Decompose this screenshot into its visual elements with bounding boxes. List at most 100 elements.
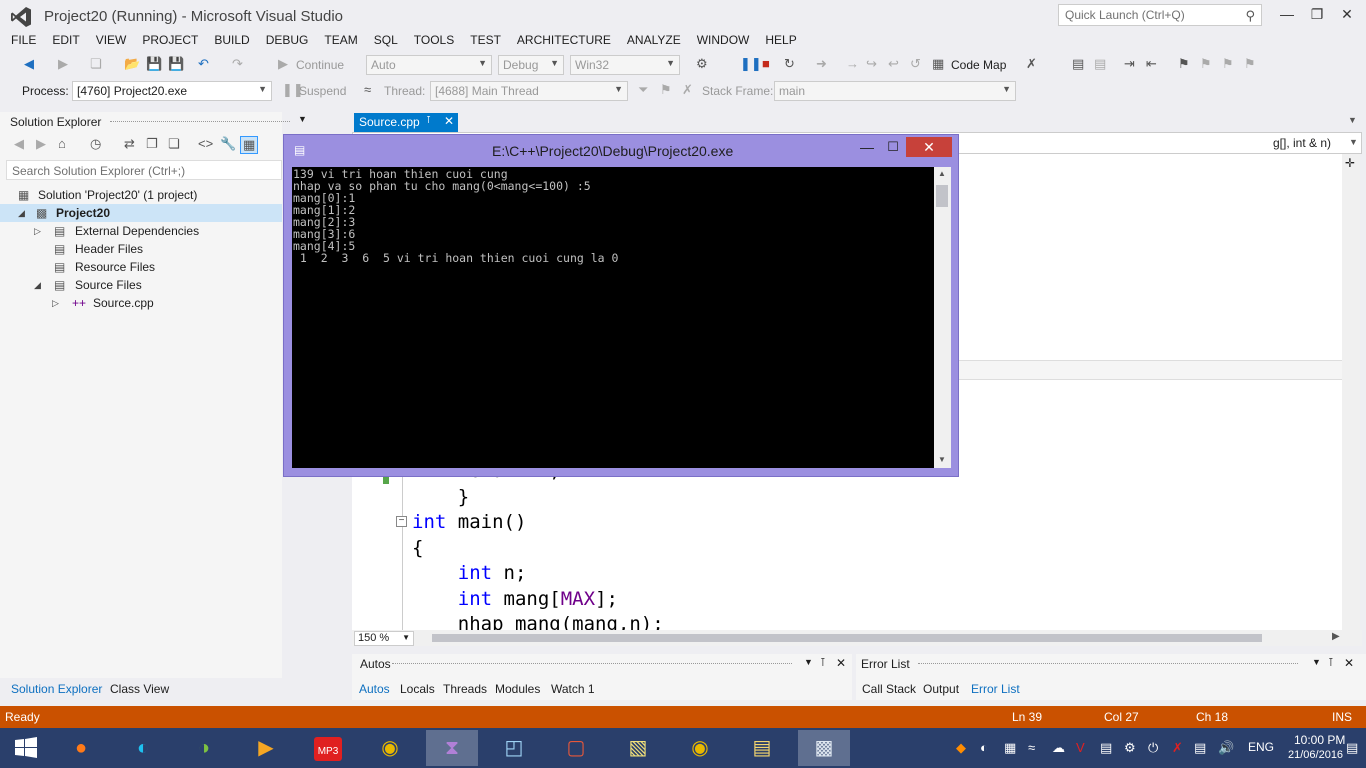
save-icon[interactable]: 💾 (146, 56, 162, 72)
forward-icon[interactable]: ▶ (36, 136, 46, 152)
close-button[interactable]: ✕ (1332, 4, 1362, 26)
menu-project[interactable]: PROJECT (134, 32, 206, 47)
menu-build[interactable]: BUILD (206, 32, 257, 47)
new-project-icon[interactable]: ❏ (90, 56, 102, 72)
show-next-statement-icon[interactable]: ➜ (816, 56, 827, 72)
tab-solution-explorer[interactable]: Solution Explorer (11, 682, 102, 696)
tray-cloud-icon[interactable]: ☁ (1052, 740, 1065, 756)
code-line[interactable]: { (412, 537, 423, 559)
tab-output[interactable]: Output (923, 682, 959, 696)
memory-icon[interactable]: ▤ (1094, 56, 1106, 72)
coccoc-icon[interactable]: ◑ (178, 730, 230, 766)
menu-help[interactable]: HELP (757, 32, 804, 47)
tree-item-source-cpp[interactable]: ▷ ++ Source.cpp (0, 294, 282, 312)
home-icon[interactable]: ⌂ (58, 136, 66, 152)
forward-icon[interactable]: ▶ (58, 56, 68, 72)
hex-display-icon[interactable]: ✗ (1026, 56, 1037, 72)
tree-item-project[interactable]: ◢ ▩ Project20 (0, 204, 282, 222)
process-combo[interactable]: [4760] Project20.exe ▼ (72, 81, 272, 101)
pin-icon[interactable]: ⊺ (426, 115, 431, 126)
bookmark-icon[interactable]: ⚑ (1178, 56, 1190, 72)
step-over-icon[interactable]: ↪ (866, 56, 877, 72)
tab-threads[interactable]: Threads (443, 682, 487, 696)
code-line[interactable]: int main() (412, 511, 526, 533)
tree-item-resource-files[interactable]: ▤ Resource Files (0, 258, 282, 276)
close-icon[interactable]: ✕ (836, 656, 846, 670)
tree-item-solution[interactable]: ▦ Solution 'Project20' (1 project) (0, 186, 282, 204)
zoom-combo[interactable]: 150 % ▼ (354, 631, 414, 646)
tray-settings-icon[interactable]: ⚙ (1124, 740, 1136, 756)
menu-file[interactable]: FILE (0, 32, 44, 47)
step-into-icon[interactable]: → (846, 56, 859, 72)
code-map-button[interactable]: Code Map (951, 58, 1006, 72)
notifications-icon[interactable]: ▤ (1346, 740, 1358, 756)
editor-vertical-scrollbar[interactable]: ✛ (1342, 154, 1360, 630)
pin-icon[interactable]: ⊺ (1328, 656, 1334, 669)
next-bookmark-icon[interactable]: ⚑ (1222, 56, 1234, 72)
menu-architecture[interactable]: ARCHITECTURE (509, 32, 619, 47)
function-selector[interactable]: g[], int & n) (1273, 136, 1331, 150)
stack-frame-combo[interactable]: main ▼ (774, 81, 1016, 101)
tray-unikey-icon[interactable]: ≈ (1028, 740, 1035, 755)
expanded-arrow-icon[interactable]: ◢ (18, 204, 25, 222)
step-out-icon[interactable]: ↩ (888, 56, 899, 72)
drag-handle[interactable] (392, 663, 792, 664)
pending-changes-icon[interactable]: ⇄ (124, 136, 135, 152)
tree-item-external-dependencies[interactable]: ▷ ▤ External Dependencies (0, 222, 282, 240)
uncomment-icon[interactable]: ⇤ (1146, 56, 1157, 72)
config-combo[interactable]: Debug ▼ (498, 55, 564, 75)
console-maximize-button[interactable]: ☐ (880, 139, 906, 159)
menu-window[interactable]: WINDOW (689, 32, 758, 47)
comment-icon[interactable]: ⇥ (1124, 56, 1135, 72)
menu-tools[interactable]: TOOLS (406, 32, 462, 47)
tray-power-icon[interactable]: ⏻ (1148, 740, 1158, 756)
tray-windows-icon[interactable]: ▦ (1004, 740, 1016, 756)
menu-edit[interactable]: EDIT (44, 32, 87, 47)
media-player-icon[interactable]: ▶ (240, 730, 292, 766)
preview-icon[interactable]: ▦ (240, 136, 259, 154)
console-title-bar[interactable]: ▤ E:\C++\Project20\Debug\Project20.exe —… (284, 135, 958, 165)
menu-analyze[interactable]: ANALYZE (619, 32, 689, 47)
code-line[interactable]: int mang[MAX]; (412, 588, 618, 610)
drag-handle[interactable] (110, 121, 290, 122)
panel-menu-icon[interactable]: ▼ (298, 114, 307, 124)
chrome-profile-icon[interactable]: ◉ (674, 730, 726, 766)
chevron-down-icon[interactable]: ▼ (1349, 137, 1358, 147)
collapsed-arrow-icon[interactable]: ▷ (52, 294, 59, 312)
tray-vietkey-icon[interactable]: V (1076, 740, 1085, 755)
scroll-up-icon[interactable]: ▲ (938, 169, 946, 178)
clock-time[interactable]: 10:00 PM (1294, 733, 1345, 747)
undo-icon[interactable]: ↶ (198, 56, 209, 72)
sync-icon[interactable]: ◷ (90, 136, 101, 152)
console-scrollbar-thumb[interactable] (936, 185, 948, 207)
tab-autos[interactable]: Autos (359, 682, 390, 696)
solution-explorer-search[interactable]: Search Solution Explorer (Ctrl+;) (6, 160, 282, 180)
quick-launch-input[interactable]: Quick Launch (Ctrl+Q) ⚲ (1058, 4, 1262, 26)
tab-watch-1[interactable]: Watch 1 (551, 682, 595, 696)
tab-class-view[interactable]: Class View (110, 682, 169, 696)
split-icon[interactable]: ✛ (1345, 156, 1355, 170)
visual-studio-icon[interactable]: ⧗ (426, 730, 478, 766)
restore-button[interactable]: ❐ (1302, 4, 1332, 26)
console-app-icon[interactable]: ▩ (798, 730, 850, 766)
suspend-button[interactable]: Suspend (299, 84, 346, 98)
stop-icon[interactable]: ■ (762, 56, 770, 72)
back-icon[interactable]: ◀ (14, 136, 24, 152)
mp3-app-icon[interactable]: MP3 (302, 730, 354, 766)
console-minimize-button[interactable]: — (854, 139, 880, 159)
properties-icon[interactable]: 🔧 (220, 136, 236, 152)
tray-network-manager-icon[interactable]: ▤ (1100, 740, 1112, 756)
close-icon[interactable]: ✕ (1344, 656, 1354, 670)
continue-button[interactable]: Continue (296, 58, 344, 72)
menu-test[interactable]: TEST (462, 32, 509, 47)
start-button[interactable] (0, 730, 52, 766)
chrome-icon[interactable]: ◉ (364, 730, 416, 766)
scroll-right-icon[interactable]: ▶ (1332, 631, 1340, 642)
horizontal-scrollbar-thumb[interactable] (432, 634, 1262, 642)
tab-call-stack[interactable]: Call Stack (862, 682, 916, 696)
pause-icon[interactable]: ❚❚ (740, 56, 762, 72)
tray-app-icon[interactable]: ◆ (956, 740, 966, 756)
tab-list-icon[interactable]: ▼ (1348, 115, 1357, 125)
pin-icon[interactable]: ⊺ (820, 656, 826, 669)
continue-icon[interactable]: ▶ (278, 56, 288, 72)
